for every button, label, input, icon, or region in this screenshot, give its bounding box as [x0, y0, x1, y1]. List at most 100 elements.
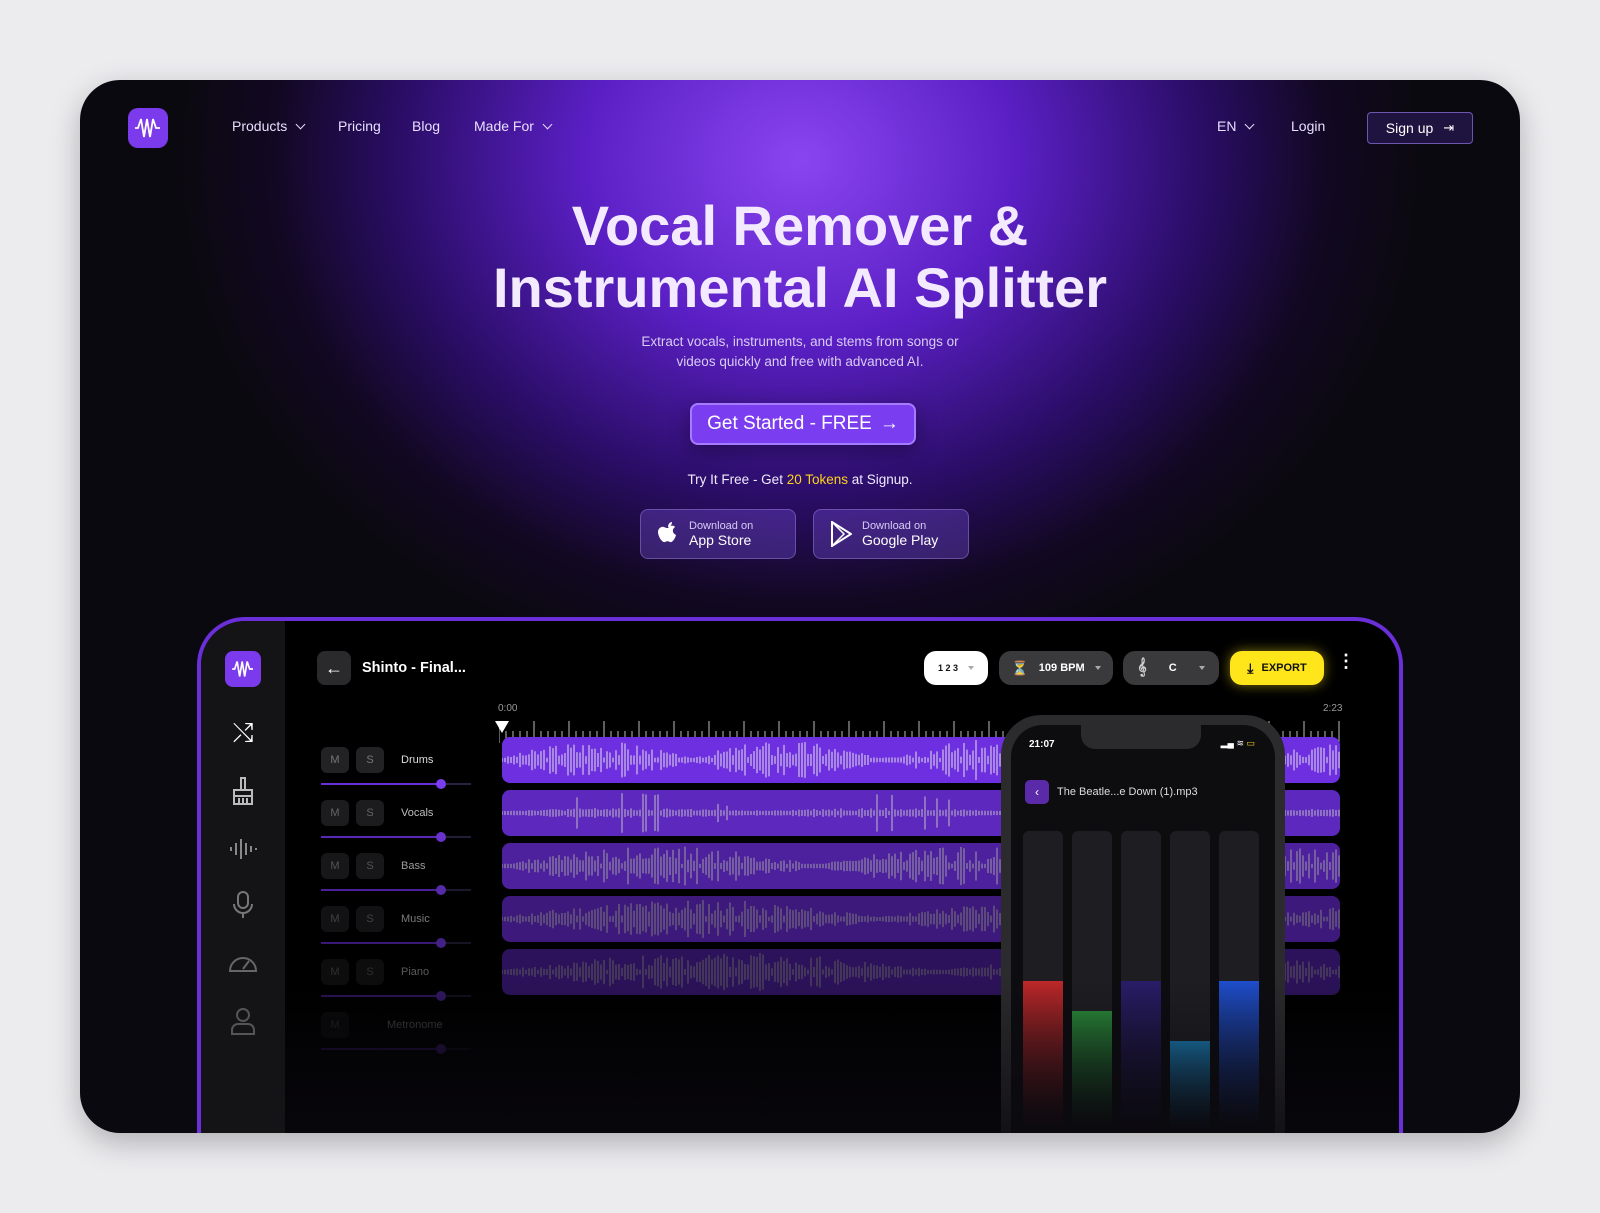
time-signature-select[interactable]: 1 2 3	[924, 651, 988, 685]
cta-label: Get Started - FREE	[707, 413, 872, 434]
track-name: Bass	[401, 860, 426, 872]
waveform-logo-icon	[232, 661, 253, 677]
subtitle: Extract vocals, instruments, and stems f…	[80, 332, 1520, 372]
google-play-button[interactable]: Download on Google Play	[813, 509, 969, 559]
more-options-icon[interactable]: ⋮	[1337, 652, 1355, 670]
sign-in-icon: ⇥	[1443, 120, 1455, 135]
volume-fill	[321, 942, 441, 944]
free-tokens-note: Try It Free - Get 20 Tokens at Signup.	[80, 472, 1520, 487]
microphone-icon[interactable]	[227, 889, 259, 921]
volume-fill	[321, 889, 441, 891]
time-end: 2:23	[1323, 703, 1343, 714]
store-name: App Store	[689, 532, 752, 548]
time-start: 0:00	[498, 703, 518, 714]
phone-notch	[1081, 725, 1201, 749]
waveform-logo-icon	[135, 118, 160, 138]
track-name: Vocals	[401, 807, 434, 819]
volume-knob[interactable]	[436, 779, 446, 789]
title-line-1: Vocal Remover &	[571, 194, 1029, 257]
login-link[interactable]: Login	[1291, 118, 1325, 134]
nav-products[interactable]: Products	[232, 118, 306, 134]
volume-fill	[321, 836, 441, 838]
phone-file-name: The Beatle...e Down (1).mp3	[1057, 786, 1198, 798]
solo-button[interactable]: S	[356, 747, 384, 773]
solo-button[interactable]: S	[356, 800, 384, 826]
track-name: Music	[401, 913, 430, 925]
hero-card: Products Pricing Blog Made For EN Login …	[80, 80, 1520, 1133]
volume-knob[interactable]	[436, 832, 446, 842]
playhead[interactable]	[495, 721, 509, 733]
try-prefix: Try It Free - Get	[687, 472, 787, 487]
dropdown-caret-icon	[1198, 666, 1205, 670]
solo-button[interactable]: S	[356, 853, 384, 879]
signup-button[interactable]: Sign up ⇥	[1367, 112, 1473, 144]
subtitle-line-1: Extract vocals, instruments, and stems f…	[641, 334, 959, 349]
split-icon[interactable]: ⤭	[227, 717, 259, 749]
key-value: C	[1168, 662, 1177, 674]
chevron-down-icon	[1245, 119, 1255, 129]
nav-made-for[interactable]: Made For	[474, 118, 553, 134]
logo[interactable]	[128, 108, 168, 148]
profile-icon	[231, 1008, 255, 1035]
track-name: Drums	[401, 754, 434, 766]
mute-button[interactable]: M	[321, 906, 349, 932]
nav-made-for-label: Made For	[474, 118, 534, 134]
key-select[interactable]: 𝄞 C	[1123, 651, 1219, 685]
mic-icon	[233, 891, 253, 918]
get-started-button[interactable]: Get Started - FREE →	[690, 403, 916, 445]
app-preview: ⤭ ← Shinto - Final... 1 2 3 ⏳ 109 BPM 𝄞 C …	[197, 617, 1403, 1133]
chevron-down-icon	[542, 119, 553, 129]
back-button[interactable]: ←	[317, 651, 351, 685]
chevron-down-icon	[295, 119, 306, 129]
phone-status-icons: ▂▄ ≋ ▭	[1220, 738, 1255, 748]
app-logo[interactable]	[225, 651, 261, 687]
app-sidebar: ⤭	[201, 621, 285, 1133]
volume-slider[interactable]	[321, 885, 471, 895]
volume-slider[interactable]	[321, 832, 471, 842]
subtitle-line-2: videos quickly and free with advanced AI…	[676, 354, 924, 369]
apple-icon	[658, 522, 676, 543]
nav-pricing[interactable]: Pricing	[338, 118, 381, 134]
phone-clock: 21:07	[1029, 739, 1055, 750]
metronome-icon: ⏳	[1011, 659, 1029, 676]
audio-wave-icon	[230, 839, 257, 859]
volume-slider[interactable]	[321, 779, 471, 789]
store-small-label: Download on	[689, 520, 754, 532]
project-title: Shinto - Final...	[362, 660, 466, 676]
mute-button[interactable]: M	[321, 853, 349, 879]
bottom-fade	[285, 977, 1399, 1133]
volume-knob[interactable]	[436, 885, 446, 895]
store-small-label: Download on	[862, 520, 927, 532]
mute-button[interactable]: M	[321, 747, 349, 773]
solo-button[interactable]: S	[356, 906, 384, 932]
store-name: Google Play	[862, 532, 939, 548]
bpm-select[interactable]: ⏳ 109 BPM	[999, 651, 1113, 685]
gauge-icon	[228, 957, 258, 972]
volume-knob[interactable]	[436, 938, 446, 948]
language-label: EN	[1217, 118, 1237, 134]
dropdown-caret-icon	[968, 666, 975, 670]
bpm-value: 109 BPM	[1038, 662, 1085, 674]
time-signature-value: 1 2 3	[937, 663, 959, 673]
title-line-2: Instrumental AI Splitter	[492, 256, 1107, 319]
arrow-right-icon: →	[879, 413, 899, 434]
broom-icon[interactable]	[227, 775, 259, 807]
export-label: EXPORT	[1261, 662, 1307, 674]
phone-back-button[interactable]: ‹	[1025, 780, 1049, 804]
try-suffix: at Signup.	[848, 472, 913, 487]
volume-fill	[321, 783, 441, 785]
volume-slider[interactable]	[321, 938, 471, 948]
mute-button[interactable]: M	[321, 800, 349, 826]
download-icon: ⤓	[1247, 659, 1254, 676]
export-button[interactable]: ⤓ EXPORT	[1230, 651, 1324, 685]
dropdown-caret-icon	[1094, 666, 1101, 670]
treble-clef-icon: 𝄞	[1137, 659, 1147, 676]
user-icon[interactable]	[227, 1005, 259, 1037]
waveform-icon[interactable]	[227, 833, 259, 865]
speed-gauge-icon[interactable]	[227, 947, 259, 979]
language-select[interactable]: EN	[1217, 118, 1255, 134]
signup-label: Sign up	[1385, 120, 1434, 136]
app-store-button[interactable]: Download on App Store	[640, 509, 796, 559]
nav-blog[interactable]: Blog	[412, 118, 440, 134]
google-play-icon	[831, 521, 852, 547]
